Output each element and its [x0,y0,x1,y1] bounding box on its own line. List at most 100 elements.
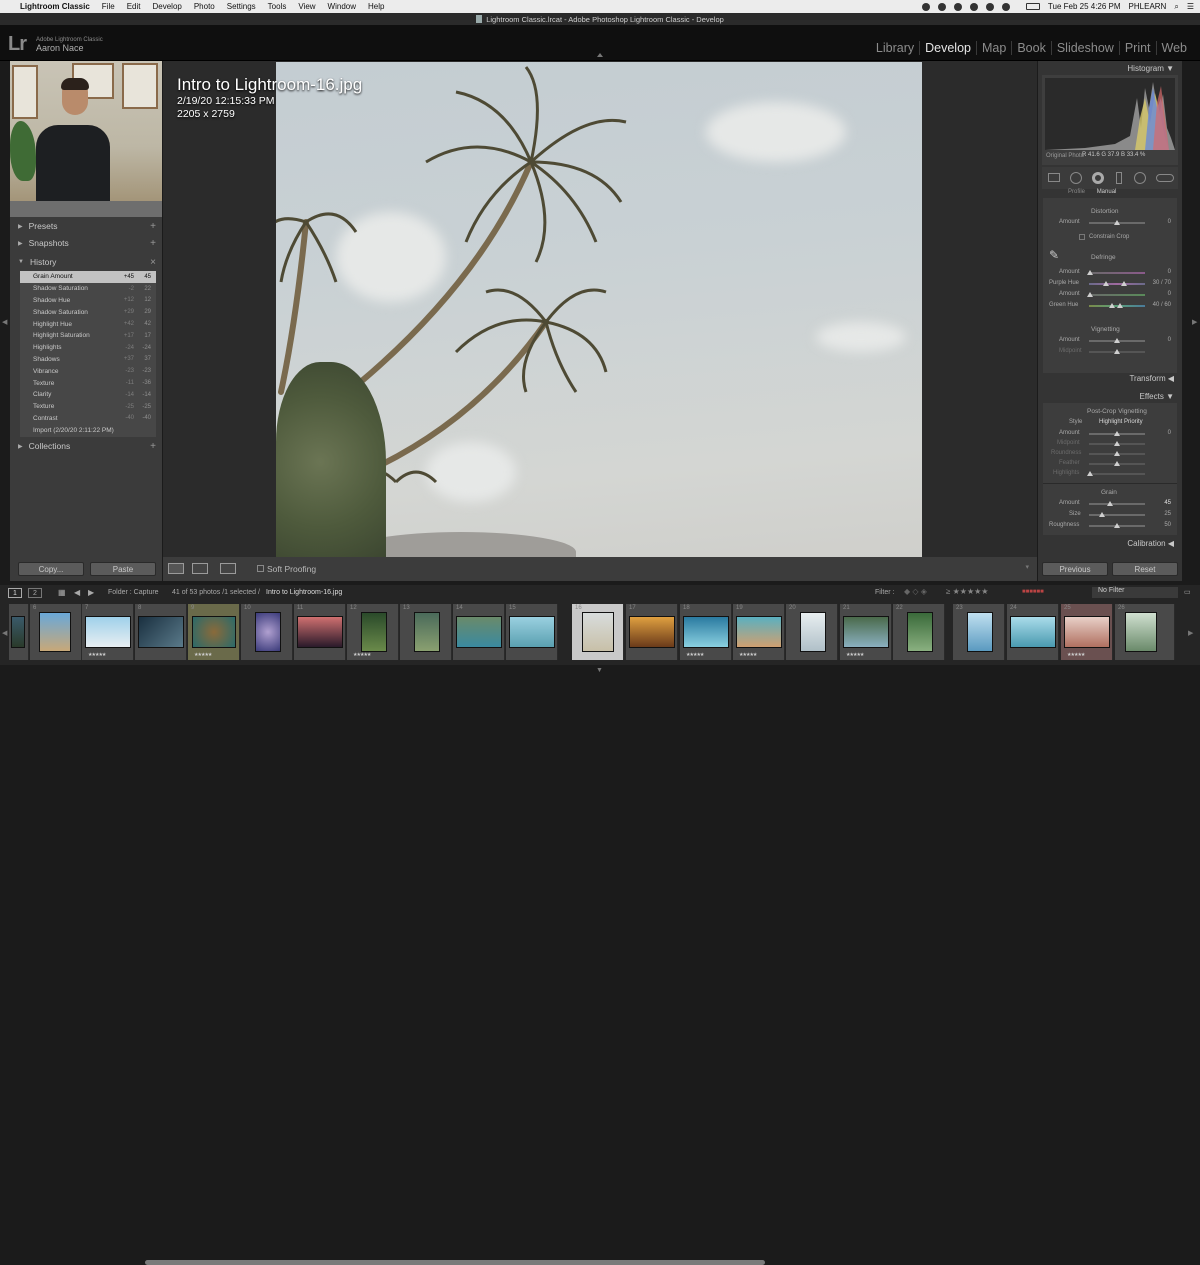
slider-knob[interactable] [1121,281,1127,286]
filmstrip-thumb[interactable]: 23 [953,604,1005,660]
filmstrip-thumb[interactable]: 13 [400,604,452,660]
spot-removal-icon[interactable] [1070,172,1082,184]
app-menu[interactable]: Lightroom Classic [20,2,90,11]
slider-knob[interactable] [1099,512,1105,517]
history-item[interactable]: Vibrance -23 -23 [20,365,156,377]
grid-view-icon[interactable]: ▦ [58,588,66,597]
calibration-header[interactable]: Calibration ◀ [1127,539,1174,548]
left-panel-toggle-icon[interactable]: ◀ [2,318,7,326]
user-menu[interactable]: PHLEARN [1129,2,1167,11]
filmstrip-scrollbar[interactable] [145,1260,765,1265]
radial-filter-icon[interactable] [1134,172,1146,184]
adjustment-brush-icon[interactable] [1156,174,1174,182]
filmstrip-thumb[interactable]: 17 [626,604,678,660]
bluetooth-icon[interactable] [1001,2,1010,11]
slider-knob[interactable] [1114,349,1120,354]
presets-header[interactable]: ▶ Presets + [18,219,156,233]
history-item[interactable]: Contrast -40 -40 [20,413,156,425]
reset-button[interactable]: Reset [1112,562,1178,576]
histogram-graph[interactable] [1045,78,1175,150]
red-eye-icon[interactable] [1092,172,1104,184]
history-item[interactable]: Highlight Saturation +17 17 [20,330,156,342]
history-item[interactable]: Highlights -24 -24 [20,342,156,354]
filmstrip-thumb[interactable] [9,604,29,660]
right-panel-toggle-icon[interactable]: ▶ [1192,318,1197,326]
filmstrip-thumb[interactable]: 24 [1007,604,1059,660]
history-item[interactable]: Shadows +37 37 [20,354,156,366]
slider-knob[interactable] [1087,270,1093,275]
filmstrip-thumb[interactable]: 12 ★★★★★ [347,604,399,660]
bottom-panel-toggle-icon[interactable]: ▼ [596,667,603,674]
slider-knob[interactable] [1114,431,1120,436]
slider-knob[interactable] [1109,303,1115,308]
before-after-icon[interactable] [192,563,208,574]
top-panel-toggle-icon[interactable] [597,53,603,57]
history-item[interactable]: Texture -25 -25 [20,401,156,413]
folder-source[interactable]: Folder : Capture [108,589,159,596]
filmstrip-thumb[interactable]: 26 [1115,604,1175,660]
module-develop[interactable]: Develop [919,41,976,55]
menu-help[interactable]: Help [368,2,384,11]
status-icon[interactable] [921,2,930,11]
filmstrip-right-icon[interactable]: ▶ [1188,629,1193,637]
slider-knob[interactable] [1103,281,1109,286]
history-item[interactable]: Shadow Saturation -2 22 [20,283,156,295]
slider-knob[interactable] [1087,292,1093,297]
slider-value[interactable]: 0 [1151,269,1171,275]
slider-value[interactable]: 0 [1151,430,1171,436]
tab-profile[interactable]: Profile [1068,189,1085,195]
color-filter-icons[interactable]: ■■■■■■ [1022,589,1044,595]
add-preset-icon[interactable]: + [150,221,156,232]
history-item[interactable]: Shadow Hue +12 12 [20,295,156,307]
module-library[interactable]: Library [871,41,919,55]
filmstrip-thumb[interactable]: 10 [241,604,293,660]
slider-knob[interactable] [1114,338,1120,343]
clear-history-icon[interactable]: × [150,257,156,268]
menu-list-icon[interactable]: ☰ [1187,2,1194,11]
slider-knob[interactable] [1114,441,1120,446]
pcv-highlights-slider[interactable] [1089,473,1145,475]
menu-file[interactable]: File [102,2,115,11]
snapshots-header[interactable]: ▶ Snapshots + [18,236,156,250]
grain-amount-slider[interactable] [1089,503,1145,505]
slider-value[interactable]: 0 [1151,337,1171,343]
clock[interactable]: Tue Feb 25 4:26 PM [1048,2,1121,11]
filmstrip-thumb[interactable]: 22 [893,604,945,660]
purple-amount-slider[interactable] [1089,272,1145,274]
loupe-view-icon[interactable] [168,563,184,574]
current-filename[interactable]: Intro to Lightroom-16.jpg [266,589,342,596]
history-item[interactable]: Highlight Hue +42 42 [20,318,156,330]
yy-view-icon[interactable] [220,563,236,574]
menu-edit[interactable]: Edit [127,2,141,11]
second-window-button[interactable]: 2 [28,588,42,598]
photo-canvas[interactable] [276,62,922,557]
filmstrip-thumb[interactable]: 8 [135,604,187,660]
history-item[interactable]: Clarity -14 -14 [20,389,156,401]
filmstrip-thumb[interactable]: 21 ★★★★★ [840,604,892,660]
soft-proofing-checkbox[interactable] [257,565,264,572]
history-item[interactable]: Texture -11 -36 [20,377,156,389]
slider-value[interactable]: 0 [1151,291,1171,297]
style-dropdown[interactable]: Highlight Priority [1099,419,1143,425]
slider-knob[interactable] [1114,523,1120,528]
module-web[interactable]: Web [1155,41,1192,55]
history-header[interactable]: ▼ History × [18,255,156,269]
slider-value[interactable]: 0 [1151,219,1171,225]
status-icon[interactable] [937,2,946,11]
filmstrip-thumb[interactable]: 6 [30,604,82,660]
filmstrip-thumb[interactable]: 19 ★★★★★ [733,604,785,660]
grain-size-slider[interactable] [1089,514,1145,516]
slider-value[interactable]: 30 / 70 [1151,280,1171,286]
copy-button[interactable]: Copy... [18,562,84,576]
slider-value[interactable]: 40 / 60 [1151,302,1171,308]
filmstrip-left-icon[interactable]: ◀ [2,629,7,637]
slider-knob[interactable] [1107,501,1113,506]
filmstrip-thumb[interactable]: 9 ★★★★★ [188,604,240,660]
slider-knob[interactable] [1087,471,1093,476]
display-icon[interactable] [985,2,994,11]
paste-button[interactable]: Paste [90,562,156,576]
tab-manual[interactable]: Manual [1097,189,1117,195]
history-item[interactable]: Grain Amount +45 45 [20,271,156,283]
filter-preset-dropdown[interactable]: No Filter [1092,587,1178,598]
menu-tools[interactable]: Tools [268,2,287,11]
